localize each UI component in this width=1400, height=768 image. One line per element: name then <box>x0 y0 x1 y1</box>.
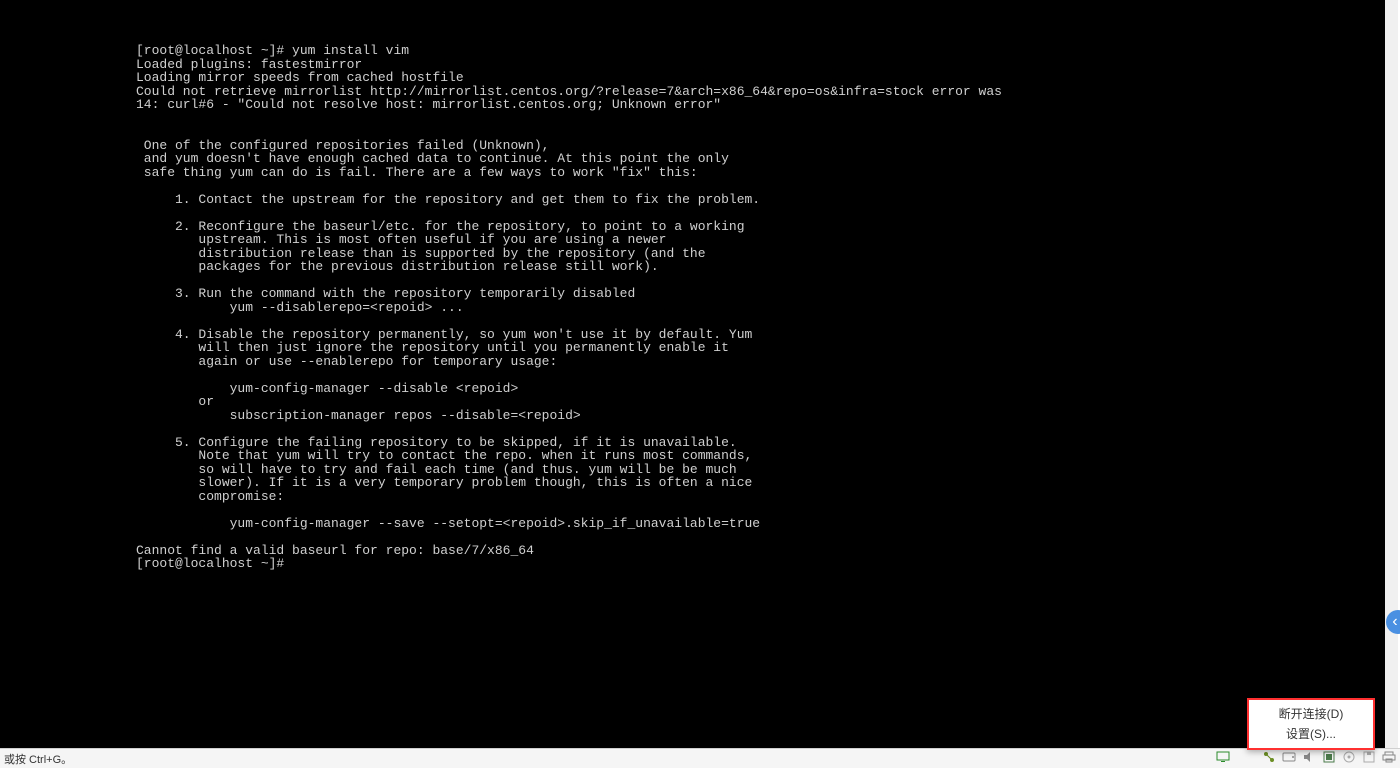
device-icon[interactable] <box>1322 751 1336 766</box>
cd-icon[interactable] <box>1342 751 1356 766</box>
tray-context-menu: 断开连接(D) 设置(S)... <box>1247 698 1375 750</box>
sound-icon[interactable] <box>1302 751 1316 766</box>
statusbar-tray <box>1216 751 1400 766</box>
menu-item-settings[interactable]: 设置(S)... <box>1249 724 1373 744</box>
network-icon[interactable] <box>1262 751 1276 766</box>
terminal-output[interactable]: [root@localhost ~]# yum install vim Load… <box>0 0 1385 748</box>
status-bar: 或按 Ctrl+G。 <box>0 748 1400 768</box>
monitor-icon[interactable] <box>1216 751 1230 766</box>
statusbar-hint-text: 或按 Ctrl+G。 <box>0 751 72 767</box>
floppy-icon[interactable] <box>1362 751 1376 766</box>
terminal-right-edge <box>1385 0 1400 748</box>
printer-icon[interactable] <box>1382 751 1396 766</box>
scrollbar-track[interactable] <box>1385 0 1398 748</box>
menu-item-disconnect[interactable]: 断开连接(D) <box>1249 704 1373 724</box>
disk-icon[interactable] <box>1282 751 1296 766</box>
